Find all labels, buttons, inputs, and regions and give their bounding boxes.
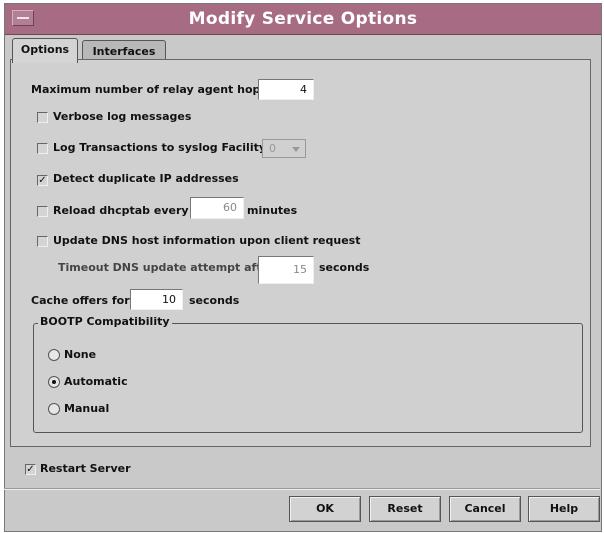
- bootp-automatic-radio[interactable]: [48, 376, 60, 388]
- log-transactions-checkbox[interactable]: [37, 143, 48, 154]
- ok-button[interactable]: OK: [289, 496, 361, 522]
- cache-offers-input[interactable]: 10: [130, 289, 183, 310]
- syslog-facility-select[interactable]: 0: [262, 139, 306, 158]
- cache-units-label: seconds: [189, 294, 240, 307]
- timeout-dns-input[interactable]: 15: [258, 256, 314, 284]
- max-hops-label: Maximum number of relay agent hops:: [31, 83, 272, 96]
- syslog-facility-value: 0: [269, 142, 276, 155]
- reset-button[interactable]: Reset: [369, 496, 441, 522]
- max-hops-input[interactable]: 4: [258, 79, 314, 100]
- cache-offers-label: Cache offers for: [31, 294, 130, 307]
- restart-server-label: Restart Server: [40, 462, 131, 475]
- help-button[interactable]: Help: [528, 496, 600, 522]
- bootp-automatic-label: Automatic: [64, 375, 128, 388]
- verbose-log-label: Verbose log messages: [53, 110, 192, 123]
- update-dns-checkbox[interactable]: [37, 236, 48, 247]
- restart-server-checkbox[interactable]: ✓: [25, 464, 36, 475]
- reload-units-label: minutes: [247, 204, 298, 217]
- cancel-button[interactable]: Cancel: [449, 496, 521, 522]
- chevron-down-icon: [292, 147, 300, 152]
- bootp-none-radio[interactable]: [48, 349, 60, 361]
- timeout-dns-label: Timeout DNS update attempt after: [58, 261, 275, 274]
- timeout-units-label: seconds: [319, 261, 370, 274]
- reload-dhcptab-checkbox[interactable]: [37, 206, 48, 217]
- detect-duplicate-label: Detect duplicate IP addresses: [53, 172, 239, 185]
- reload-interval-input[interactable]: 60: [190, 197, 244, 219]
- reload-dhcptab-label: Reload dhcptab every: [53, 204, 189, 217]
- bootp-group-title: BOOTP Compatibility: [38, 315, 172, 328]
- bootp-manual-radio[interactable]: [48, 403, 60, 415]
- log-transactions-label: Log Transactions to syslog Facility:: [53, 141, 271, 154]
- bootp-none-label: None: [64, 348, 97, 361]
- button-separator-highlight: [4, 489, 600, 490]
- update-dns-label: Update DNS host information upon client …: [53, 234, 361, 247]
- detect-duplicate-checkbox[interactable]: ✓: [37, 175, 48, 186]
- verbose-log-checkbox[interactable]: [37, 112, 48, 123]
- bootp-manual-label: Manual: [64, 402, 110, 415]
